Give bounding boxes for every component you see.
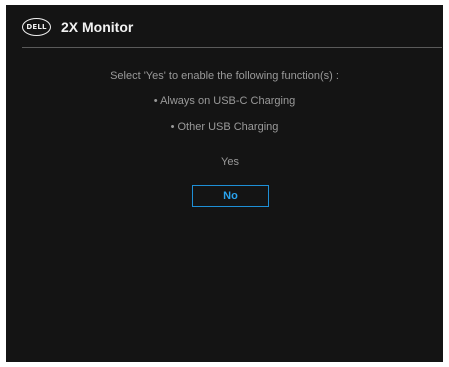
header-divider — [22, 47, 442, 48]
yes-option[interactable]: Yes — [192, 152, 268, 172]
dell-logo: DELL — [22, 18, 51, 36]
osd-header: DELL 2X Monitor — [6, 5, 443, 48]
no-option-selected[interactable]: No — [192, 185, 269, 207]
osd-menu-window: DELL 2X Monitor Select 'Yes' to enable t… — [6, 5, 443, 362]
function-item-other-usb-charging: • Other USB Charging — [170, 121, 279, 133]
dell-logo-text: DELL — [26, 22, 47, 31]
function-item-usb-c-charging: • Always on USB-C Charging — [153, 95, 296, 107]
confirmation-prompt: Select 'Yes' to enable the following fun… — [110, 70, 339, 82]
monitor-title: 2X Monitor — [61, 19, 134, 35]
